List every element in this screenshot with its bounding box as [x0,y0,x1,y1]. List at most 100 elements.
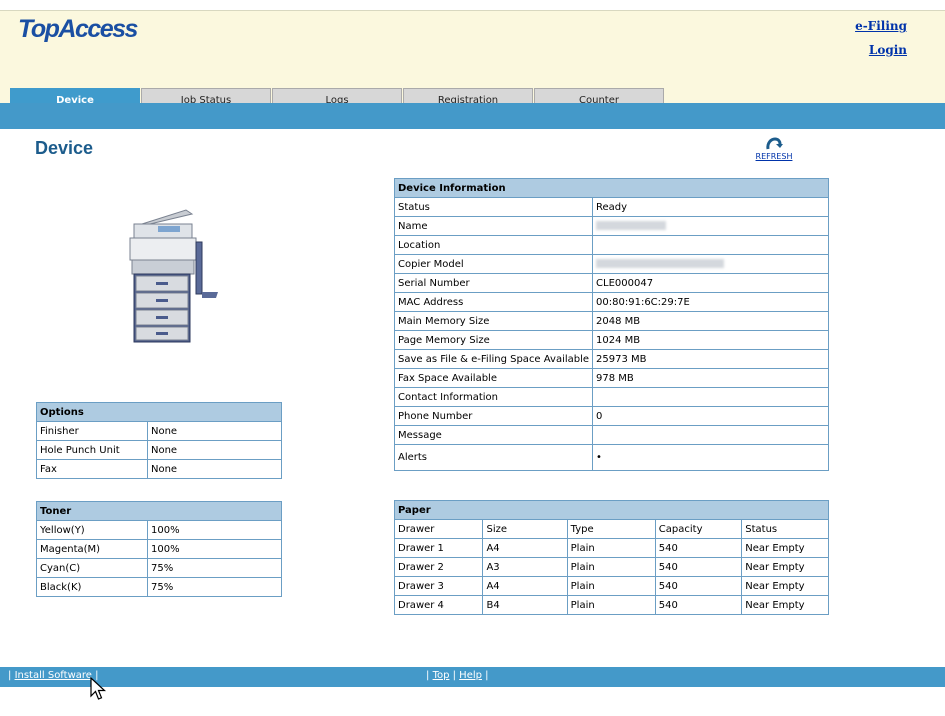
device-info-value: 25973 MB [592,349,829,369]
header: TopAccess e-Filing Login Device Job Stat… [0,10,945,114]
paper-cell: Plain [566,557,656,577]
device-info-row: Contact Information [393,387,829,407]
toner-row: Black(K) 75% [36,577,282,597]
device-info-label: Alerts [393,444,594,471]
install-software-link[interactable]: Install Software [15,670,92,681]
device-info-label: Page Memory Size [393,330,594,350]
paper-cell: Drawer 2 [393,557,484,577]
options-row: Finisher None [36,421,282,441]
device-information-caption: Device Information [394,178,829,198]
device-info-row: Save as File & e-Filing Space Available 2… [393,349,829,369]
redacted-value [596,259,725,268]
device-info-value: 1024 MB [592,330,829,350]
toner-label: Black(K) [36,577,148,597]
page-title: Device [35,138,94,158]
device-info-row: Name [393,216,829,236]
device-info-row: Main Memory Size 2048 MB [393,311,829,331]
device-info-value: 978 MB [592,368,829,388]
device-info-row: MAC Address 00:80:91:6C:29:7E [393,292,829,312]
toner-label: Cyan(C) [36,558,148,578]
paper-row: Drawer 4 B4 Plain 540 Near Empty [393,595,829,615]
paper-column-header: Drawer [393,519,484,539]
footer-bar: | Install Software | | Top | Help | [0,667,945,687]
toner-row: Cyan(C) 75% [36,558,282,578]
device-info-value: 0 [592,406,829,426]
refresh-label: REFRESH [755,152,793,161]
paper-cell: Plain [566,576,656,596]
device-info-row: Page Memory Size 1024 MB [393,330,829,350]
device-info-label: Contact Information [393,387,594,407]
paper-caption: Paper [394,500,829,520]
device-info-label: Save as File & e-Filing Space Available [393,349,594,369]
toner-value: 75% [147,577,282,597]
device-info-row: Message [393,425,829,445]
redacted-value [596,221,667,230]
options-label: Finisher [36,421,148,441]
paper-cell: A4 [482,576,568,596]
paper-row: Drawer 2 A3 Plain 540 Near Empty [393,557,829,577]
device-info-value [592,216,829,236]
options-value: None [147,421,282,441]
device-info-row: Status Ready [393,197,829,217]
device-info-value: 2048 MB [592,311,829,331]
paper-table: Paper Drawer Size Type Capacity Status Drawer… [393,500,829,615]
paper-cell: 540 [654,576,743,596]
paper-cell: Near Empty [741,576,829,596]
device-info-row: Serial Number CLE000047 [393,273,829,293]
toner-value: 75% [147,558,282,578]
paper-cell: Near Empty [741,595,829,615]
device-info-label: MAC Address [393,292,594,312]
device-info-label: Message [393,425,594,445]
refresh-icon [766,137,783,150]
toner-value: 100% [147,539,282,559]
top-link[interactable]: Top [433,670,450,681]
device-information-table: Device Information Status Ready Name Locati… [393,178,829,471]
topaccess-logo: TopAccess [18,15,138,43]
paper-cell: A3 [482,557,568,577]
device-info-label: Name [393,216,594,236]
device-info-row: Fax Space Available 978 MB [393,368,829,388]
paper-cell: 540 [654,557,743,577]
paper-column-header: Type [566,519,656,539]
mouse-cursor-icon [90,677,107,700]
options-row: Hole Punch Unit None [36,440,282,460]
device-info-value: 00:80:91:6C:29:7E [592,292,829,312]
device-info-value [592,387,829,407]
paper-row: Drawer 3 A4 Plain 540 Near Empty [393,576,829,596]
paper-cell: A4 [482,538,568,558]
efiling-link[interactable]: e-Filing [855,19,907,33]
device-info-value [592,235,829,255]
paper-cell: Plain [566,595,656,615]
toner-row: Magenta(M) 100% [36,539,282,559]
paper-cell: B4 [482,595,568,615]
paper-cell: 540 [654,538,743,558]
tab-content-bar [0,103,945,129]
toner-row: Yellow(Y) 100% [36,520,282,540]
device-info-value: Ready [592,197,829,217]
footer-center: | Top | Help | [426,670,489,681]
device-info-label: Fax Space Available [393,368,594,388]
device-info-label: Serial Number [393,273,594,293]
device-info-value: • [592,444,829,471]
options-value: None [147,440,282,460]
paper-cell: Near Empty [741,557,829,577]
copier-image [129,209,218,343]
device-info-row: Alerts • [393,444,829,471]
paper-cell: Drawer 1 [393,538,484,558]
device-info-value: CLE000047 [592,273,829,293]
paper-header-row: Drawer Size Type Capacity Status [393,519,829,539]
login-link[interactable]: Login [869,43,907,57]
device-info-label: Copier Model [393,254,594,274]
device-info-label: Status [393,197,594,217]
device-info-value [592,425,829,445]
paper-cell: 540 [654,595,743,615]
device-info-label: Phone Number [393,406,594,426]
device-info-value [592,254,829,274]
paper-row: Drawer 1 A4 Plain 540 Near Empty [393,538,829,558]
help-link[interactable]: Help [459,670,482,681]
options-label: Hole Punch Unit [36,440,148,460]
device-info-row: Copier Model [393,254,829,274]
paper-cell: Near Empty [741,538,829,558]
options-caption: Options [36,402,282,422]
refresh-button[interactable]: REFRESH [752,136,796,161]
